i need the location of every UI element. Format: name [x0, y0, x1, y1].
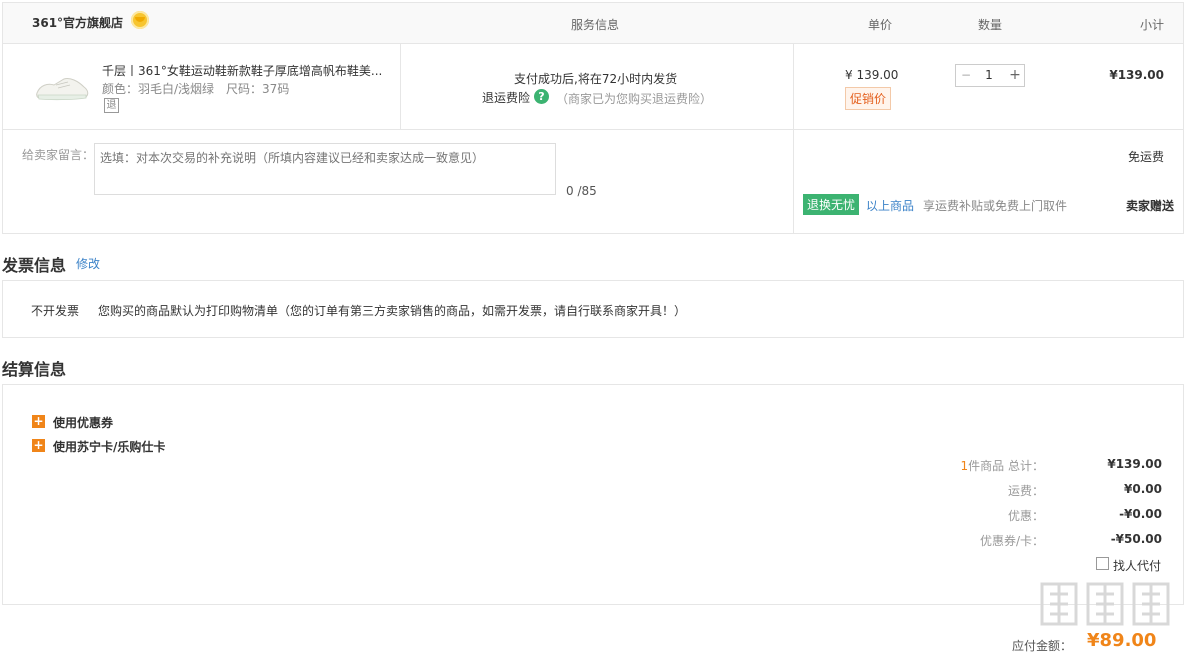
watermark-logo [1040, 582, 1170, 626]
column-service: 服务信息 [571, 18, 620, 32]
invoice-note: 您购买的商品默认为打印购物清单（您的订单有第三方卖家销售的商品，如需开发票，请自… [98, 304, 687, 318]
expand-plus-icon[interactable]: + [32, 439, 45, 452]
free-shipping-text: 免运费 [1127, 150, 1164, 164]
settlement-panel [2, 384, 1184, 605]
summary-shipping: ¥0.00 [1124, 482, 1162, 496]
item-subtotal: ¥139.00 [1109, 68, 1164, 82]
summary-total: ¥139.00 [1107, 457, 1162, 471]
settlement-section-title: 结算信息 [2, 360, 67, 379]
use-coupon-toggle[interactable]: 使用优惠券 [53, 414, 113, 431]
seller-gift-text: 卖家赠送 [1125, 199, 1174, 213]
expand-plus-icon[interactable]: + [32, 415, 45, 428]
question-icon[interactable]: ? [534, 89, 549, 104]
summary-discount: -¥0.00 [1119, 507, 1162, 521]
quantity-decrease-button[interactable]: − [957, 65, 975, 86]
product-title[interactable]: 千层丨361°女鞋运动鞋新款鞋子厚底增高帆布鞋美... [102, 62, 384, 79]
return-benefit-note: 享运费补贴或免费上门取件 [923, 199, 1068, 213]
column-unit-price: 单价 [868, 18, 893, 32]
promo-price-badge: 促销价 [845, 87, 892, 110]
message-char-count: 0 /85 [566, 184, 597, 198]
summary-total-label: 件商品 总计： [968, 459, 1044, 473]
invoice-type: 不开发票 [31, 304, 80, 318]
store-name[interactable]: 361°官方旗舰店 [32, 14, 123, 31]
product-spec: 颜色：羽毛白/浅烟绿 尺码：37码 [102, 82, 290, 96]
return-tag-icon: 退 [104, 98, 119, 113]
return-insurance-label: 退运费险 [482, 91, 531, 105]
column-subtotal: 小计 [1139, 18, 1164, 32]
worry-free-return-badge: 退换无忧 [803, 194, 860, 215]
quantity-input[interactable]: 1 [980, 65, 998, 86]
use-gift-card-toggle[interactable]: 使用苏宁卡/乐购仕卡 [53, 438, 165, 455]
product-thumbnail[interactable] [34, 73, 90, 103]
payable-total: ¥89.00 [1087, 630, 1157, 651]
summary-coupon-label: 优惠券/卡： [979, 534, 1044, 548]
store-badge-icon [131, 11, 149, 29]
payable-label: 应付金额： [1012, 639, 1073, 653]
seller-message-input[interactable] [94, 143, 556, 195]
return-items-link[interactable]: 以上商品 [866, 197, 914, 214]
proxy-pay-checkbox[interactable] [1096, 557, 1109, 570]
invoice-section-title: 发票信息 [2, 256, 67, 275]
shipping-promise: 支付成功后,将在72小时内发货 [514, 72, 678, 86]
summary-count-label: 1件商品 总计： [961, 457, 1044, 474]
summary-shipping-label: 运费： [1007, 484, 1044, 498]
summary-coupon: -¥50.00 [1110, 532, 1162, 546]
quantity-increase-button[interactable]: + [1006, 65, 1024, 86]
column-quantity: 数量 [978, 18, 1003, 32]
return-insurance-note: （商家已为您购买退运费险） [556, 92, 713, 106]
unit-price: ¥ 139.00 [845, 68, 899, 82]
summary-discount-label: 优惠： [1007, 509, 1044, 523]
proxy-pay-label[interactable]: 找人代付 [1113, 557, 1161, 574]
invoice-edit-link[interactable]: 修改 [76, 255, 100, 272]
seller-message-label: 给卖家留言： [22, 148, 95, 162]
